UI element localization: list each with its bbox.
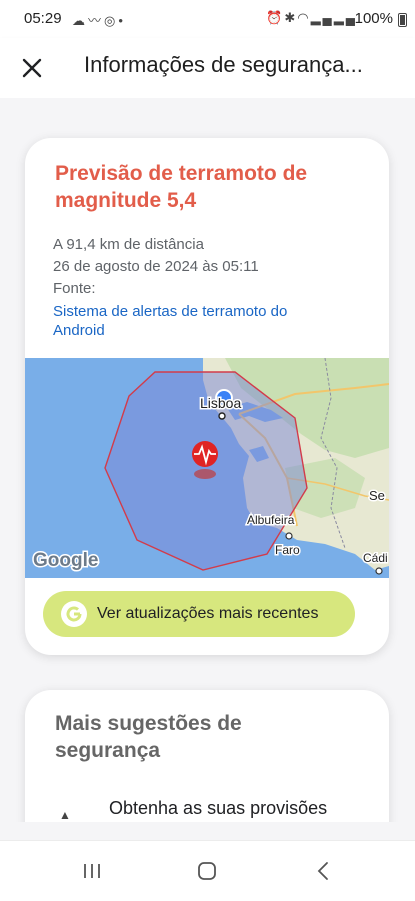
signal-icon: ▂▄	[310, 10, 334, 25]
map-label-faro: Faro	[275, 543, 300, 557]
alert-distance: A 91,4 km de distância	[53, 236, 204, 253]
system-nav-bar	[0, 840, 415, 901]
cloud-moon-icon: ☁	[72, 13, 88, 28]
app-bar: Informações de segurança...	[0, 38, 415, 99]
home-button[interactable]	[187, 855, 227, 887]
scroll-content[interactable]: Previsão de terramoto de magnitude 5,4 A…	[0, 98, 415, 822]
instagram-icon: ◎	[104, 13, 119, 28]
map-label-lisboa: Lisboa	[200, 395, 241, 411]
page-title: Informações de segurança...	[84, 52, 363, 77]
earthquake-map[interactable]: Lisboa Albufeira Faro Se Cádi Google	[25, 358, 389, 578]
tip-label: Obtenha as suas provisões	[109, 798, 328, 818]
recent-apps-button[interactable]	[72, 855, 112, 887]
battery-icon	[398, 13, 407, 27]
google-g-icon	[61, 601, 87, 627]
google-logo: Google	[33, 550, 98, 571]
battery-percentage: 100%	[354, 10, 393, 27]
map-label-albufeira: Albufeira	[247, 513, 295, 527]
earthquake-alert-card: Previsão de terramoto de magnitude 5,4 A…	[25, 138, 389, 655]
close-button[interactable]	[14, 50, 50, 86]
close-icon	[22, 58, 42, 78]
safety-tips-card: Mais sugestões de segurança ▲ Obtenha as…	[25, 690, 389, 822]
signal-icon: ▂▄	[333, 10, 357, 25]
notification-icons: ☁〰◎•	[72, 10, 126, 29]
map-label-cadiz: Cádi	[363, 551, 388, 565]
view-updates-button[interactable]: Ver atualizações mais recentes	[43, 591, 355, 637]
wifi-icon: ◠	[297, 10, 311, 25]
dot-icon: •	[118, 13, 126, 28]
back-icon	[317, 862, 328, 880]
status-bar: 05:29 ☁〰◎• ⏰✱◠▂▄▂▄ 100%	[0, 0, 415, 38]
expand-icon: ▲	[59, 808, 71, 822]
system-icons: ⏰✱◠▂▄▂▄	[266, 10, 357, 26]
map-label-se: Se	[369, 488, 385, 503]
tip-item[interactable]: ▲ Obtenha as suas provisões	[55, 798, 375, 822]
alarm-icon: ⏰	[266, 10, 285, 25]
recent-apps-icon	[84, 864, 100, 878]
alert-source-link[interactable]: Sistema de alertas de terramoto do Andro…	[53, 302, 333, 340]
wave-icon: 〰	[88, 13, 105, 28]
tips-title: Mais sugestões de segurança	[55, 712, 242, 762]
bluetooth-icon: ✱	[284, 10, 298, 25]
alert-datetime: 26 de agosto de 2024 às 05:11	[53, 258, 259, 275]
back-button[interactable]	[303, 855, 343, 887]
alert-source-label: Fonte:	[53, 280, 96, 297]
status-time: 05:29	[24, 10, 62, 27]
alert-title: Previsão de terramoto de magnitude 5,4	[55, 162, 308, 212]
home-icon	[198, 862, 216, 880]
view-updates-label: Ver atualizações mais recentes	[97, 605, 319, 622]
